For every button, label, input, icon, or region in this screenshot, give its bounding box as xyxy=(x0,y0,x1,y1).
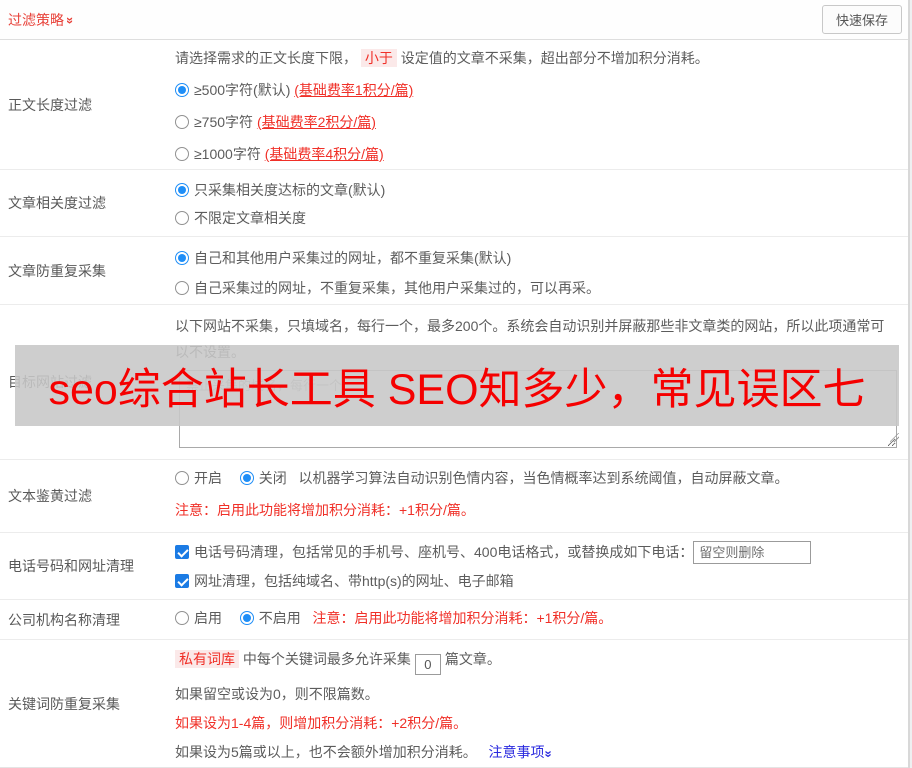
filter-settings-page: 过滤策略 » 快速保存 正文长度过滤 请选择需求的正文长度下限， 小于 设定值的… xyxy=(0,0,910,768)
row-length-filter: 正文长度过滤 请选择需求的正文长度下限， 小于 设定值的文章不采集，超出部分不增… xyxy=(0,40,908,170)
dedup-option-global[interactable]: 自己和其他用户采集过的网址，都不重复采集(默认) xyxy=(175,248,902,268)
row-phone-url-clean: 电话号码和网址清理 电话号码清理，包括常见的手机号、座机号、400电话格式，或替… xyxy=(0,533,908,600)
row-relevance-filter: 文章相关度过滤 只采集相关度达标的文章(默认) 不限定文章相关度 xyxy=(0,170,908,237)
header-bar: 过滤策略 » 快速保存 xyxy=(0,0,908,40)
radio-button[interactable] xyxy=(175,211,189,225)
row-label: 文章防重复采集 xyxy=(8,262,106,279)
fee-note: (基础费率2积分/篇) xyxy=(256,114,376,130)
row-dedup-filter: 文章防重复采集 自己和其他用户采集过的网址，都不重复采集(默认) 自己采集过的网… xyxy=(0,237,908,305)
relevance-option-any[interactable]: 不限定文章相关度 xyxy=(175,208,902,228)
radio-button[interactable] xyxy=(175,251,189,265)
relevance-option-strict[interactable]: 只采集相关度达标的文章(默认) xyxy=(175,180,902,200)
fee-note: (基础费率1积分/篇) xyxy=(294,82,414,98)
radio-button[interactable] xyxy=(175,183,189,197)
length-filter-intro: 请选择需求的正文长度下限， 小于 设定值的文章不采集，超出部分不增加积分消耗。 xyxy=(175,49,709,67)
porn-filter-note: 注意：启用此功能将增加积分消耗：+1积分/篇。 xyxy=(175,502,475,518)
radio-button[interactable] xyxy=(175,115,189,129)
radio-button[interactable] xyxy=(175,281,189,295)
notes-link[interactable]: 注意事项 xyxy=(488,744,544,760)
watermark-banner: seo综合站长工具 SEO知多少，常见误区七 xyxy=(15,345,899,426)
url-clean-option[interactable]: 网址清理，包括纯域名、带http(s)的网址、电子邮箱 xyxy=(175,569,902,593)
porn-filter-on-option[interactable]: 开启 xyxy=(175,470,222,486)
keyword-dedup-line3: 如果设为1-4篇，则增加积分消耗：+2积分/篇。 xyxy=(175,715,468,731)
row-label: 文章相关度过滤 xyxy=(8,195,106,211)
radio-button[interactable] xyxy=(175,611,189,625)
row-porn-filter: 文本鉴黄过滤 开启 关闭 以机器学习算法自动识别色情内容，当色情概率达到系统阈值… xyxy=(0,460,908,533)
replacement-phone-input[interactable] xyxy=(693,540,812,564)
fee-note: (基础费率4积分/篇) xyxy=(264,146,384,162)
keyword-dedup-line2: 如果留空或设为0，则不限篇数。 xyxy=(175,686,379,702)
max-articles-input[interactable] xyxy=(414,654,441,675)
company-clean-on-option[interactable]: 启用 xyxy=(175,610,222,626)
quick-save-button[interactable]: 快速保存 xyxy=(821,5,902,34)
company-clean-off-option[interactable]: 不启用 xyxy=(239,610,301,626)
radio-button[interactable] xyxy=(175,83,189,97)
radio-button[interactable] xyxy=(239,611,254,625)
keyword-dedup-line4: 如果设为5篇或以上，也不会额外增加积分消耗。 注意事项» xyxy=(175,744,559,760)
watermark-text: seo综合站长工具 SEO知多少，常见误区七 xyxy=(48,365,866,414)
row-label: 电话号码和网址清理 xyxy=(8,558,134,574)
chevron-down-icon[interactable]: » xyxy=(63,17,78,22)
porn-filter-off-option[interactable]: 关闭 xyxy=(239,470,287,486)
row-label: 正文长度过滤 xyxy=(8,96,92,113)
page-title: 过滤策略 xyxy=(8,11,64,28)
checkbox[interactable] xyxy=(175,574,189,588)
checkbox[interactable] xyxy=(175,545,189,559)
length-option-500[interactable]: ≥500字符(默认) (基础费率1积分/篇) xyxy=(175,80,902,100)
row-keyword-dedup: 关键词防重复采集 私有词库 中每个关键词最多允许采集篇文章。 如果留空或设为0，… xyxy=(0,640,908,768)
row-label: 公司机构名称清理 xyxy=(8,611,120,628)
radio-button[interactable] xyxy=(175,147,189,161)
row-label: 文本鉴黄过滤 xyxy=(8,488,92,504)
length-option-1000[interactable]: ≥1000字符 (基础费率4积分/篇) xyxy=(175,144,902,164)
company-clean-note: 注意：启用此功能将增加积分消耗：+1积分/篇。 xyxy=(312,610,613,626)
chevron-down-icon[interactable]: » xyxy=(539,750,559,755)
phone-clean-option[interactable]: 电话号码清理，包括常见的手机号、座机号、400电话格式，或替换成如下电话： xyxy=(175,540,902,564)
dedup-option-self[interactable]: 自己采集过的网址，不重复采集，其他用户采集过的，可以再采。 xyxy=(175,278,902,298)
radio-button[interactable] xyxy=(175,471,189,485)
porn-filter-desc: 以机器学习算法自动识别色情内容，当色情概率达到系统阈值，自动屏蔽文章。 xyxy=(298,470,789,486)
less-than-badge: 小于 xyxy=(360,49,397,67)
row-company-clean: 公司机构名称清理 启用 不启用 注意：启用此功能将增加积分消耗：+1积分/篇。 xyxy=(0,600,908,640)
radio-button[interactable] xyxy=(239,471,254,485)
private-thesaurus-badge: 私有词库 xyxy=(175,650,239,668)
length-option-750[interactable]: ≥750字符 (基础费率2积分/篇) xyxy=(175,112,902,132)
row-label: 关键词防重复采集 xyxy=(8,695,120,712)
